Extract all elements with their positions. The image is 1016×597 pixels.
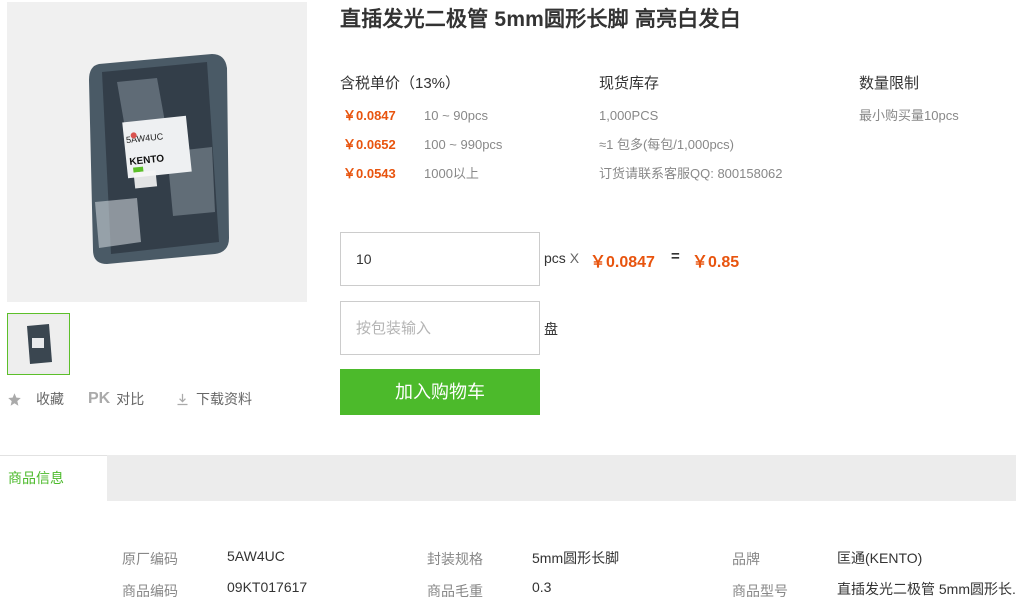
tier-price-1: ￥0.0847 <box>343 108 396 123</box>
spec-label-sku: 商品编码 <box>122 583 178 597</box>
stock-header: 现货库存 <box>599 75 660 92</box>
stock-contact: 订货请联系客服QQ: 800158062 <box>599 166 783 181</box>
calc-total-price: ￥0.85 <box>692 254 740 271</box>
tier-range-2: 100 ~ 990pcs <box>424 137 503 152</box>
product-bag-image: 5AW4UC KENTO <box>7 2 307 302</box>
download-label: 下载资料 <box>196 391 252 407</box>
spec-label-weight: 商品毛重 <box>427 583 483 597</box>
add-to-cart-button[interactable]: 加入购物车 <box>340 369 540 415</box>
spec-label-package: 封装规格 <box>427 551 483 567</box>
stock-quantity: 1,000PCS <box>599 108 659 123</box>
package-input[interactable] <box>340 301 540 355</box>
spec-label-brand: 品牌 <box>732 551 760 567</box>
spec-value-package: 5mm圆形长脚 <box>532 550 620 566</box>
min-purchase: 最小购买量10pcs <box>859 108 959 123</box>
tier-range-1: 10 ~ 90pcs <box>424 108 488 123</box>
spec-label-model: 商品型号 <box>732 583 788 597</box>
compare-button[interactable]: PK 对比 <box>88 389 144 409</box>
tier-range-3: 1000以上 <box>424 166 479 181</box>
compare-label: 对比 <box>116 391 145 407</box>
favorite-button[interactable]: 收藏 <box>7 389 64 409</box>
tier-price-3: ￥0.0543 <box>343 166 396 181</box>
spec-label-mfr-code: 原厂编码 <box>122 551 178 567</box>
spec-value-brand: 匡通(KENTO) <box>837 550 923 566</box>
pack-unit: 盘 <box>544 321 558 337</box>
stock-package: ≈1 包多(每包/1,000pcs) <box>599 137 735 152</box>
times-sign: X <box>569 250 580 266</box>
limit-header: 数量限制 <box>859 75 920 92</box>
download-icon <box>175 392 190 407</box>
tier-price-2: ￥0.0652 <box>343 137 396 152</box>
spec-value-model: 直插发光二极管 5mm圆形长... <box>837 581 1016 597</box>
product-image[interactable]: 5AW4UC KENTO <box>7 2 307 302</box>
qty-calc-unit: pcs X <box>544 250 579 266</box>
download-button[interactable]: 下载资料 <box>175 389 252 409</box>
equals-sign: = <box>671 248 680 265</box>
product-title: 直插发光二极管 5mm圆形长脚 高亮白发白 <box>340 8 741 31</box>
quantity-input[interactable] <box>340 232 540 286</box>
thumbnail-1[interactable] <box>7 313 70 375</box>
price-header: 含税单价（13%） <box>340 75 461 92</box>
thumbnail-image <box>10 316 67 372</box>
favorite-label: 收藏 <box>36 391 64 407</box>
star-icon <box>7 392 22 407</box>
spec-value-weight: 0.3 <box>532 579 552 595</box>
qty-unit: pcs <box>544 250 566 266</box>
spec-value-sku: 09KT017617 <box>227 579 308 595</box>
tab-product-info[interactable]: 商品信息 <box>0 455 107 501</box>
tab-bar <box>0 455 1016 501</box>
spec-value-mfr-code: 5AW4UC <box>227 548 285 564</box>
compare-pk-icon: PK <box>88 390 111 407</box>
calc-unit-price: ￥0.0847 <box>590 254 655 271</box>
